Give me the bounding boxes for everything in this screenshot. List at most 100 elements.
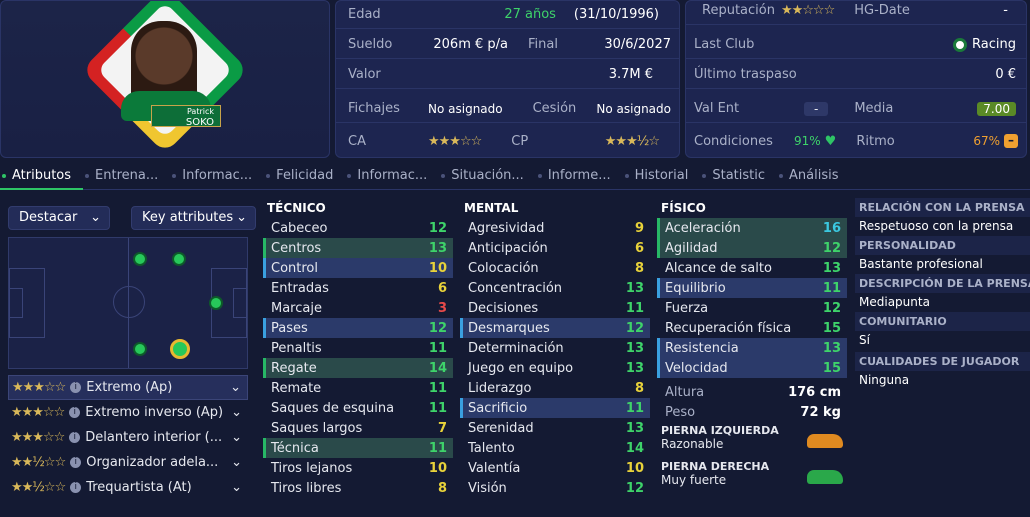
attr-row[interactable]: Centros 13 (263, 238, 453, 258)
attr-row[interactable]: Técnica 11 (263, 438, 453, 458)
attr-row[interactable]: Concentración 13 (460, 278, 650, 298)
attr-row[interactable]: Agilidad 12 (657, 238, 847, 258)
chevron-down-icon[interactable]: ⌄ (230, 380, 241, 395)
role-stars: ★★½☆☆ (11, 455, 66, 470)
attr-row[interactable]: Regate 14 (263, 358, 453, 378)
role-name: Delantero interior (... (85, 430, 223, 445)
role-item[interactable]: ★★★☆☆ i Extremo inverso (Ap) ⌄ (8, 400, 248, 425)
salary-value: 206m € p/a (433, 37, 508, 52)
tab-atributos[interactable]: Atributos (0, 162, 84, 190)
info-icon[interactable]: i (69, 432, 81, 443)
info-icon[interactable]: i (70, 457, 82, 468)
attr-row[interactable]: Saques largos 7 (263, 418, 453, 438)
attr-row[interactable]: Penaltis 11 (263, 338, 453, 358)
ca-label: CA (348, 133, 366, 149)
natural-position-dot[interactable] (170, 339, 190, 359)
attr-row[interactable]: Desmarques 12 (460, 318, 650, 338)
role-name: Organizador adela... (86, 455, 219, 470)
media-label: Media (854, 101, 894, 116)
press-relation-label: RELACIÓN CON LA PRENSA (855, 198, 1030, 217)
reputation-label: Reputación (702, 3, 775, 18)
tab-informe[interactable]: Informe... (536, 162, 623, 190)
role-item[interactable]: ★★★☆☆ i Delantero interior (... ⌄ (8, 425, 248, 450)
attr-row[interactable]: Juego en equipo 13 (460, 358, 650, 378)
attr-row[interactable]: Visión 12 (460, 478, 650, 498)
attr-row[interactable]: Remate 11 (263, 378, 453, 398)
mental-title: MENTAL (464, 201, 519, 215)
attr-row[interactable]: Saques de esquina 11 (263, 398, 453, 418)
val-ent-value: - (804, 101, 829, 116)
position-dot[interactable] (133, 252, 147, 266)
heart-icon: ♥ (824, 133, 837, 149)
attr-row[interactable]: Tiros lejanos 10 (263, 458, 453, 478)
press-description-label: DESCRIPCIÓN DE LA PRENSA (855, 274, 1030, 293)
attr-row[interactable]: Entradas 6 (263, 278, 453, 298)
tab-situacion[interactable]: Situación... (439, 162, 536, 190)
attr-row[interactable]: Alcance de salto 13 (657, 258, 847, 278)
player-first-name: Patrick (186, 107, 214, 116)
info-icon[interactable]: i (70, 382, 82, 393)
chevron-down-icon[interactable]: ⌄ (231, 480, 242, 495)
tab-statistic[interactable]: Statistic (700, 162, 777, 190)
role-item[interactable]: ★★½☆☆ i Trequartista (At) ⌄ (8, 475, 248, 500)
attr-row[interactable]: Determinación 13 (460, 338, 650, 358)
attr-row[interactable]: Colocación 8 (460, 258, 650, 278)
attr-row[interactable]: Decisiones 11 (460, 298, 650, 318)
attr-row[interactable]: Velocidad 15 (657, 358, 847, 378)
attr-row[interactable]: Equilibrio 11 (657, 278, 847, 298)
key-attributes-dropdown[interactable]: Key attributes ⌄ (131, 206, 256, 230)
hg-label: HG-Date (854, 3, 910, 18)
role-stars: ★★½☆☆ (11, 480, 66, 495)
birthdate-value: (31/10/1996) (573, 7, 659, 22)
left-foot: PIERNA IZQUIERDA Razonable (657, 424, 847, 460)
press-description-value: Mediapunta (859, 295, 930, 309)
tab-historial[interactable]: Historial (623, 162, 701, 190)
attr-row[interactable]: Talento 14 (460, 438, 650, 458)
attr-row[interactable]: Cabeceo 12 (263, 218, 453, 238)
attr-row[interactable]: Anticipación 6 (460, 238, 650, 258)
tab-informacion-1[interactable]: Informac... (170, 162, 264, 190)
rhythm-value: 67% (973, 134, 1000, 148)
position-dot[interactable] (209, 296, 223, 310)
tab-analisis[interactable]: Análisis (777, 162, 850, 190)
tab-informacion-2[interactable]: Informac... (345, 162, 439, 190)
personality-label: PERSONALIDAD (855, 236, 1030, 255)
player-nameplate: Patrick SOKO (151, 105, 221, 128)
role-item[interactable]: ★★★☆☆ i Extremo (Ap) ⌄ (8, 375, 248, 400)
attr-row[interactable]: Aceleración 16 (657, 218, 847, 238)
attr-row[interactable]: Pases 12 (263, 318, 453, 338)
info-icon[interactable]: i (70, 482, 82, 493)
chevron-down-icon[interactable]: ⌄ (231, 430, 242, 445)
tab-entrenamiento[interactable]: Entrena... (83, 162, 170, 190)
role-item[interactable]: ★★½☆☆ i Organizador adela... ⌄ (8, 450, 248, 475)
last-club-value[interactable]: Racing (972, 37, 1016, 52)
attr-row[interactable]: Fuerza 12 (657, 298, 847, 318)
attr-row[interactable]: Agresividad 9 (460, 218, 650, 238)
weight-row: Peso 72 kg (665, 404, 841, 420)
reputation-stars: ★★☆☆☆ (780, 3, 835, 18)
signings-label: Fichajes (348, 101, 400, 116)
highlight-dropdown[interactable]: Destacar ⌄ (8, 206, 110, 230)
tab-felicidad[interactable]: Felicidad (264, 162, 345, 190)
rhythm-label: Ritmo (856, 133, 895, 149)
attr-row[interactable]: Control 10 (263, 258, 453, 278)
attr-row[interactable]: Sacrificio 11 (460, 398, 650, 418)
attr-row[interactable]: Valentía 10 (460, 458, 650, 478)
position-dot[interactable] (172, 252, 186, 266)
attr-row[interactable]: Serenidad 13 (460, 418, 650, 438)
player-profile-info: RELACIÓN CON LA PRENSA Respetuoso con la… (855, 198, 1030, 390)
position-dot[interactable] (133, 342, 147, 356)
right-foot: PIERNA DERECHA Muy fuerte (657, 460, 847, 496)
role-name: Extremo inverso (Ap) (85, 405, 224, 420)
info-icon[interactable]: i (69, 407, 81, 418)
attr-row[interactable]: Marcaje 3 (263, 298, 453, 318)
chevron-down-icon[interactable]: ⌄ (231, 455, 242, 470)
attr-row[interactable]: Liderazgo 8 (460, 378, 650, 398)
value-value: 3.7M € (608, 67, 653, 82)
attr-row[interactable]: Tiros libres 8 (263, 478, 453, 498)
age-label: Edad (348, 7, 381, 22)
attr-row[interactable]: Recuperación física 15 (657, 318, 847, 338)
attr-row[interactable]: Resistencia 13 (657, 338, 847, 358)
rhythm-minus-icon: – (1004, 134, 1018, 148)
chevron-down-icon[interactable]: ⌄ (231, 405, 242, 420)
